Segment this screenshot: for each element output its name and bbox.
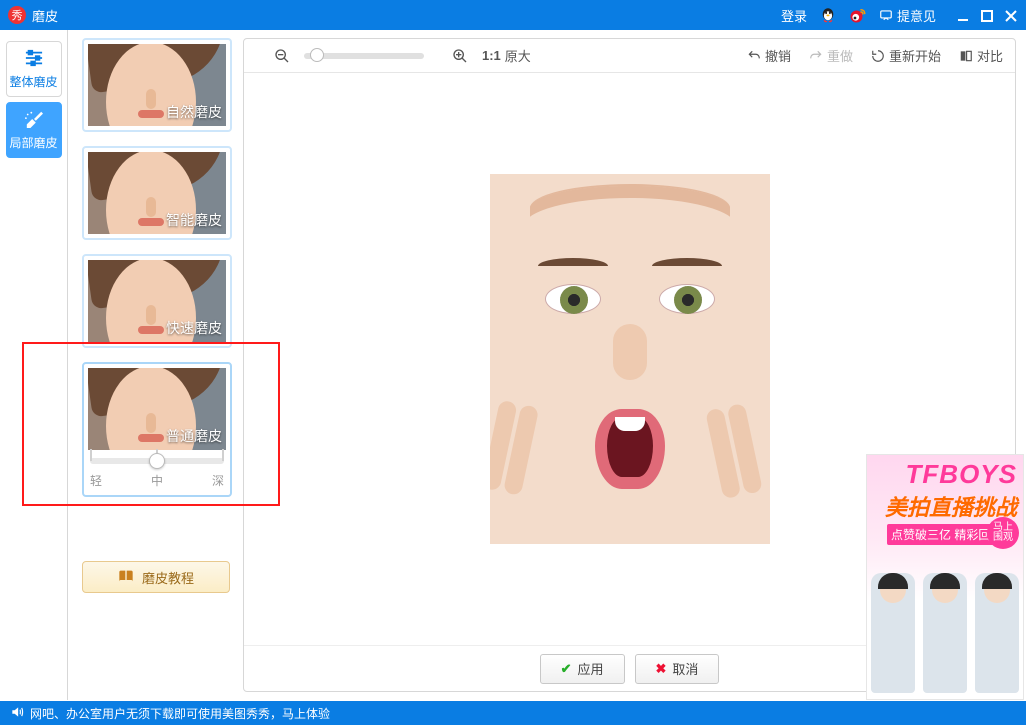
tutorial-button[interactable]: 磨皮教程 <box>82 561 230 593</box>
mode-label: 局部磨皮 <box>9 134 57 151</box>
login-link[interactable]: 登录 <box>781 6 807 25</box>
app-logo: 秀 <box>8 6 26 24</box>
canvas-toolbar: 1:1 原大 撤销 重做 重新开始 对比 <box>244 39 1015 73</box>
brush-icon <box>23 110 45 131</box>
preset-natural[interactable]: 自然磨皮 <box>82 38 232 132</box>
status-text[interactable]: 网吧、办公室用户无须下载即可使用美图秀秀，马上体验 <box>30 705 330 722</box>
cross-icon: ✖ <box>656 661 667 677</box>
canvas-image <box>490 174 770 544</box>
preset-smart[interactable]: 智能磨皮 <box>82 146 232 240</box>
speaker-icon <box>10 705 24 722</box>
qq-icon[interactable] <box>819 6 837 24</box>
zoom-actual-size[interactable]: 1:1 原大 <box>482 46 531 65</box>
preset-fast[interactable]: 快速磨皮 <box>82 254 232 348</box>
status-bar: 网吧、办公室用户无须下载即可使用美图秀秀，马上体验 <box>0 701 1026 725</box>
banner-line1: TFBOYS <box>867 455 1023 490</box>
undo-label: 撤销 <box>765 46 791 65</box>
mode-sidebar: 整体磨皮 局部磨皮 <box>0 30 68 700</box>
restart-label: 重新开始 <box>889 46 941 65</box>
undo-button[interactable]: 撤销 <box>747 46 791 65</box>
cancel-button[interactable]: ✖ 取消 <box>635 654 720 684</box>
window-maximize-icon[interactable] <box>980 7 994 23</box>
preset-label: 自然磨皮 <box>166 102 222 122</box>
window-title: 磨皮 <box>32 6 58 25</box>
feedback-link[interactable]: 提意见 <box>879 6 936 25</box>
zoom-in-icon[interactable] <box>452 48 472 64</box>
banner-people <box>867 573 1023 693</box>
preset-label: 智能磨皮 <box>166 210 222 230</box>
check-icon: ✔ <box>561 661 572 677</box>
redo-label: 重做 <box>827 46 853 65</box>
window-minimize-icon[interactable] <box>956 7 970 23</box>
slider-knob[interactable] <box>149 453 165 469</box>
sliders-icon <box>23 49 45 70</box>
intensity-light-label: 轻 <box>90 472 102 489</box>
mode-local-smoothing[interactable]: 局部磨皮 <box>6 102 62 158</box>
feedback-label: 提意见 <box>897 6 936 25</box>
banner-bubble: 马上 围观 <box>987 517 1019 549</box>
preset-label: 快速磨皮 <box>166 318 222 338</box>
compare-label: 对比 <box>977 46 1003 65</box>
mode-label: 整体磨皮 <box>9 73 57 90</box>
one-to-one-label: 1:1 <box>482 48 501 63</box>
weibo-icon[interactable] <box>849 6 867 24</box>
window-close-icon[interactable] <box>1004 7 1018 23</box>
intensity-medium-label: 中 <box>151 472 163 489</box>
restart-button[interactable]: 重新开始 <box>871 46 941 65</box>
mode-overall-smoothing[interactable]: 整体磨皮 <box>6 41 62 97</box>
redo-button: 重做 <box>809 46 853 65</box>
title-bar: 秀 磨皮 登录 提意见 <box>0 0 1026 30</box>
preset-normal[interactable]: 普通磨皮 轻 中 深 <box>82 362 232 497</box>
intensity-deep-label: 深 <box>212 472 224 489</box>
zoom-knob[interactable] <box>310 48 324 62</box>
preset-label: 普通磨皮 <box>166 426 222 446</box>
cancel-label: 取消 <box>672 659 698 678</box>
compare-button[interactable]: 对比 <box>959 46 1003 65</box>
apply-button[interactable]: ✔ 应用 <box>540 654 625 684</box>
apply-label: 应用 <box>577 659 603 678</box>
original-size-label: 原大 <box>505 46 531 65</box>
zoom-out-icon[interactable] <box>274 48 294 64</box>
promo-banner[interactable]: TFBOYS 美拍直播挑战 点赞破三亿 精彩回放 马上 围观 <box>866 454 1024 700</box>
preset-column: 自然磨皮 智能磨皮 快速磨皮 普通磨皮 轻 <box>68 30 243 700</box>
tutorial-label: 磨皮教程 <box>142 568 194 587</box>
intensity-slider[interactable]: 轻 中 深 <box>90 458 224 489</box>
book-icon <box>118 568 134 587</box>
zoom-slider[interactable] <box>304 53 424 59</box>
